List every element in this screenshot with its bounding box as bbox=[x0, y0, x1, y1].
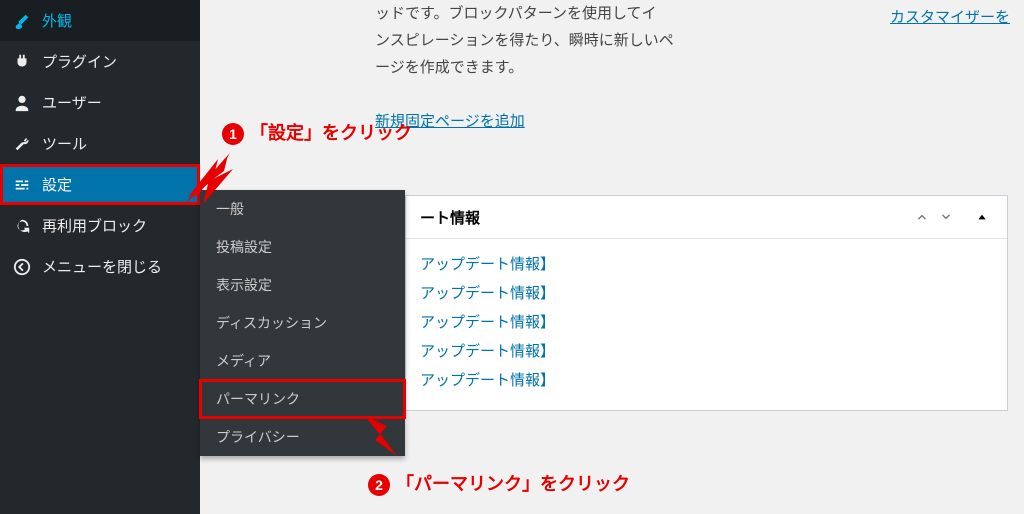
sliders-icon bbox=[12, 175, 32, 195]
caret-up-icon[interactable] bbox=[971, 206, 993, 228]
submenu-item-media[interactable]: メディア bbox=[200, 342, 405, 380]
sidebar-item-collapse[interactable]: メニューを閉じる bbox=[0, 246, 200, 287]
sidebar-item-label: プラグイン bbox=[42, 51, 117, 72]
panel-header: ート情報 bbox=[406, 196, 1007, 239]
submenu-item-reading[interactable]: 表示設定 bbox=[200, 266, 405, 304]
update-link[interactable]: アップデート情報】 bbox=[420, 365, 993, 394]
submenu-item-privacy[interactable]: プライバシー bbox=[200, 418, 405, 456]
update-link[interactable]: アップデート情報】 bbox=[420, 307, 993, 336]
customizer-link[interactable]: カスタマイザーを bbox=[890, 6, 1010, 27]
sidebar-item-users[interactable]: ユーザー bbox=[0, 82, 200, 123]
admin-sidebar: 外観 プラグイン ユーザー ツール 設定 bbox=[0, 0, 200, 514]
sidebar-item-label: 設定 bbox=[42, 174, 72, 195]
sidebar-item-tools[interactable]: ツール bbox=[0, 123, 200, 164]
update-link[interactable]: アップデート情報】 bbox=[420, 336, 993, 365]
sidebar-item-label: ユーザー bbox=[42, 92, 102, 113]
reload-icon bbox=[12, 216, 32, 236]
submenu-item-general[interactable]: 一般 bbox=[200, 190, 405, 228]
submenu-item-discussion[interactable]: ディスカッション bbox=[200, 304, 405, 342]
sidebar-item-plugins[interactable]: プラグイン bbox=[0, 41, 200, 82]
chevron-down-icon[interactable] bbox=[935, 206, 957, 228]
user-icon bbox=[12, 93, 32, 113]
submenu-item-writing[interactable]: 投稿設定 bbox=[200, 228, 405, 266]
submenu-item-permalinks[interactable]: パーマリンク bbox=[200, 380, 405, 418]
panel-title: ート情報 bbox=[420, 207, 480, 228]
update-link[interactable]: アップデート情報】 bbox=[420, 249, 993, 278]
welcome-panel-text: ッドです。ブロックパターンを使用してイ ンスピレーションを得たり、瞬時に新しいペ… bbox=[375, 0, 805, 135]
wrench-icon bbox=[12, 134, 32, 154]
update-info-panel: ート情報 アップデート情報】 アップデート情報】 アップデート情報】 アップデー… bbox=[405, 195, 1008, 411]
update-link[interactable]: アップデート情報】 bbox=[420, 278, 993, 307]
sidebar-item-label: 再利用ブロック bbox=[42, 215, 147, 236]
sidebar-item-settings[interactable]: 設定 bbox=[0, 164, 200, 205]
chevron-up-icon[interactable] bbox=[911, 206, 933, 228]
sidebar-item-label: 外観 bbox=[42, 10, 72, 31]
plug-icon bbox=[12, 52, 32, 72]
sidebar-item-reusable-blocks[interactable]: 再利用ブロック bbox=[0, 205, 200, 246]
sidebar-item-label: ツール bbox=[42, 133, 87, 154]
sidebar-item-label: メニューを閉じる bbox=[42, 256, 162, 277]
brush-icon bbox=[12, 11, 32, 31]
settings-submenu: 一般 投稿設定 表示設定 ディスカッション メディア パーマリンク プライバシー bbox=[200, 190, 405, 456]
sidebar-item-appearance[interactable]: 外観 bbox=[0, 0, 200, 41]
collapse-icon bbox=[12, 257, 32, 277]
add-new-page-link[interactable]: 新規固定ページを追加 bbox=[375, 113, 525, 130]
panel-body: アップデート情報】 アップデート情報】 アップデート情報】 アップデート情報】 … bbox=[406, 239, 1007, 410]
